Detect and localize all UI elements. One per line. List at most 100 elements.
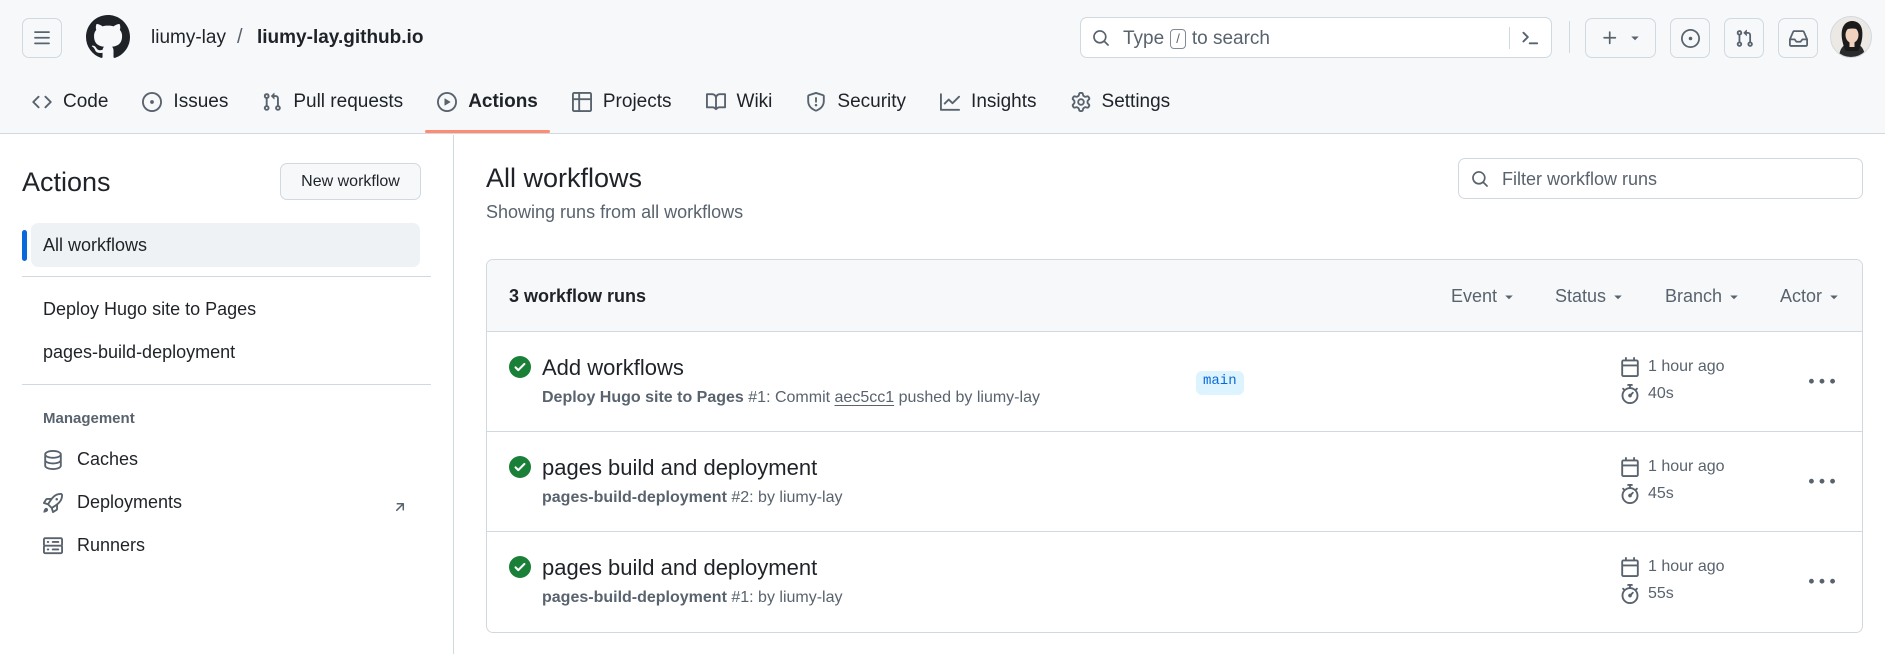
tab-projects-label: Projects <box>602 91 672 112</box>
runs-list-header: 3 workflow runs Event Status Branch Acto… <box>487 260 1862 332</box>
sidebar-item-caches[interactable]: Caches <box>43 449 138 470</box>
selected-indicator <box>22 230 27 261</box>
sidebar-item-label: Caches <box>77 449 139 469</box>
run-title-link[interactable]: pages build and deployment <box>542 555 817 581</box>
run-time-text: 1 hour ago <box>1648 358 1725 375</box>
triangle-down-icon <box>1505 295 1513 299</box>
check-circle-fill-icon <box>509 356 531 378</box>
sidebar-section-heading: Management <box>43 410 135 427</box>
commit-sha-link[interactable]: aec5cc1 <box>835 389 895 406</box>
tab-wiki-label: Wiki <box>736 91 773 112</box>
run-workflow-name: pages-build-deployment <box>542 589 727 606</box>
tab-code[interactable]: Code <box>20 84 120 120</box>
plus-icon <box>1602 31 1616 45</box>
header-divider <box>1569 21 1570 53</box>
command-palette-icon[interactable] <box>1520 28 1540 48</box>
search-placeholder: Type / to search <box>1123 28 1270 50</box>
git-pull-request-icon <box>262 92 282 112</box>
search-placeholder-start: Type <box>1123 28 1165 49</box>
sidebar-title: Actions <box>22 167 111 197</box>
table-icon <box>571 92 592 112</box>
run-meta: pages-build-deployment #2: by liumy-lay <box>542 489 843 507</box>
workflow-run-row[interactable]: pages build and deployment pages-build-d… <box>487 532 1862 632</box>
tab-settings[interactable]: Settings <box>1059 84 1183 120</box>
tab-pull-requests[interactable]: Pull requests <box>250 84 415 120</box>
global-header: liumy-lay / liumy-lay.github.io Type / t… <box>0 0 1885 134</box>
kebab-horizontal-icon[interactable] <box>1809 569 1835 595</box>
gear-icon <box>1071 92 1091 112</box>
calendar-icon <box>1621 457 1639 477</box>
issue-opened-icon <box>1680 28 1700 48</box>
run-meta-text: #2: by liumy-lay <box>731 489 843 506</box>
run-meta-text: pushed by liumy-lay <box>898 389 1040 406</box>
run-meta-text: #1: Commit <box>748 389 831 406</box>
breadcrumb-separator: / <box>237 26 243 48</box>
three-bars-icon <box>34 31 50 45</box>
search-shortcut-key: / <box>1170 29 1186 49</box>
dropdown-label: Actor <box>1780 286 1823 306</box>
stopwatch-icon <box>1621 484 1639 504</box>
inbox-icon <box>1788 29 1808 47</box>
tab-issues-label: Issues <box>173 91 229 112</box>
tab-security[interactable]: Security <box>794 84 918 120</box>
workflow-run-row[interactable]: pages build and deployment pages-build-d… <box>487 432 1862 532</box>
breadcrumb-owner[interactable]: liumy-lay <box>151 27 226 49</box>
sidebar-item-runners[interactable]: Runners <box>43 535 145 556</box>
kebab-horizontal-icon[interactable] <box>1809 469 1835 495</box>
actions-sidebar: Actions New workflow All workflows Deplo… <box>0 135 454 654</box>
page-subtitle: Showing runs from all workflows <box>486 202 744 222</box>
filter-runs-input[interactable]: Filter workflow runs <box>1458 158 1863 199</box>
dropdown-label: Event <box>1451 286 1498 306</box>
search-icon <box>1471 170 1489 188</box>
tab-insights[interactable]: Insights <box>928 84 1048 120</box>
run-title-link[interactable]: Add workflows <box>542 355 684 381</box>
sidebar-divider <box>22 384 431 385</box>
external-link-arrow-icon <box>392 499 408 515</box>
shield-icon <box>806 92 826 112</box>
sidebar-item-workflow[interactable]: pages-build-deployment <box>43 342 235 363</box>
branch-label[interactable]: main <box>1196 371 1244 395</box>
stopwatch-icon <box>1621 384 1639 404</box>
sidebar-item-label: Runners <box>77 535 146 555</box>
workflow-run-row[interactable]: Add workflows Deploy Hugo site to Pages … <box>487 332 1862 432</box>
status-filter-dropdown[interactable]: Status <box>1555 286 1624 307</box>
run-meta: Deploy Hugo site to Pages #1: Commit aec… <box>542 389 1040 407</box>
kebab-horizontal-icon[interactable] <box>1809 369 1835 395</box>
your-issues-button[interactable] <box>1670 18 1710 58</box>
triangle-down-icon <box>1730 295 1738 299</box>
event-filter-dropdown[interactable]: Event <box>1451 286 1515 307</box>
run-title-link[interactable]: pages build and deployment <box>542 455 817 481</box>
calendar-icon <box>1621 557 1639 577</box>
triangle-down-icon <box>1630 36 1639 41</box>
global-search-input[interactable]: Type / to search <box>1080 17 1552 58</box>
runs-count: 3 workflow runs <box>509 286 647 306</box>
new-workflow-button[interactable]: New workflow <box>280 163 421 200</box>
filter-placeholder: Filter workflow runs <box>1502 169 1658 189</box>
notifications-button[interactable] <box>1778 18 1818 58</box>
your-pull-requests-button[interactable] <box>1724 18 1764 58</box>
tab-actions-label: Actions <box>468 91 538 112</box>
sidebar-item-label: Deployments <box>77 492 183 512</box>
tab-projects[interactable]: Projects <box>560 84 684 120</box>
user-avatar[interactable] <box>1830 16 1872 58</box>
run-duration-text: 55s <box>1648 585 1674 602</box>
tab-wiki[interactable]: Wiki <box>694 84 785 120</box>
sidebar-item-workflow[interactable]: Deploy Hugo site to Pages <box>43 299 256 320</box>
actor-filter-dropdown[interactable]: Actor <box>1780 286 1840 307</box>
triangle-down-icon <box>1614 295 1622 299</box>
create-new-button[interactable] <box>1585 18 1656 58</box>
tab-actions[interactable]: Actions <box>425 84 550 133</box>
sidebar-item-all-workflows[interactable]: All workflows <box>31 223 420 267</box>
tab-issues[interactable]: Issues <box>130 84 240 120</box>
dropdown-label: Status <box>1555 286 1607 306</box>
page-title: All workflows <box>486 163 643 193</box>
breadcrumb-repo[interactable]: liumy-lay.github.io <box>257 27 423 49</box>
sidebar-item-deployments[interactable]: Deployments <box>43 492 182 513</box>
sidebar-divider <box>22 276 431 277</box>
hamburger-menu-button[interactable] <box>22 18 62 58</box>
github-logo-icon[interactable] <box>86 15 130 59</box>
branch-filter-dropdown[interactable]: Branch <box>1665 286 1740 307</box>
tab-code-label: Code <box>63 91 109 112</box>
workflow-runs-list: 3 workflow runs Event Status Branch Acto… <box>486 259 1863 633</box>
run-timestamp: 1 hour ago <box>1620 557 1725 577</box>
